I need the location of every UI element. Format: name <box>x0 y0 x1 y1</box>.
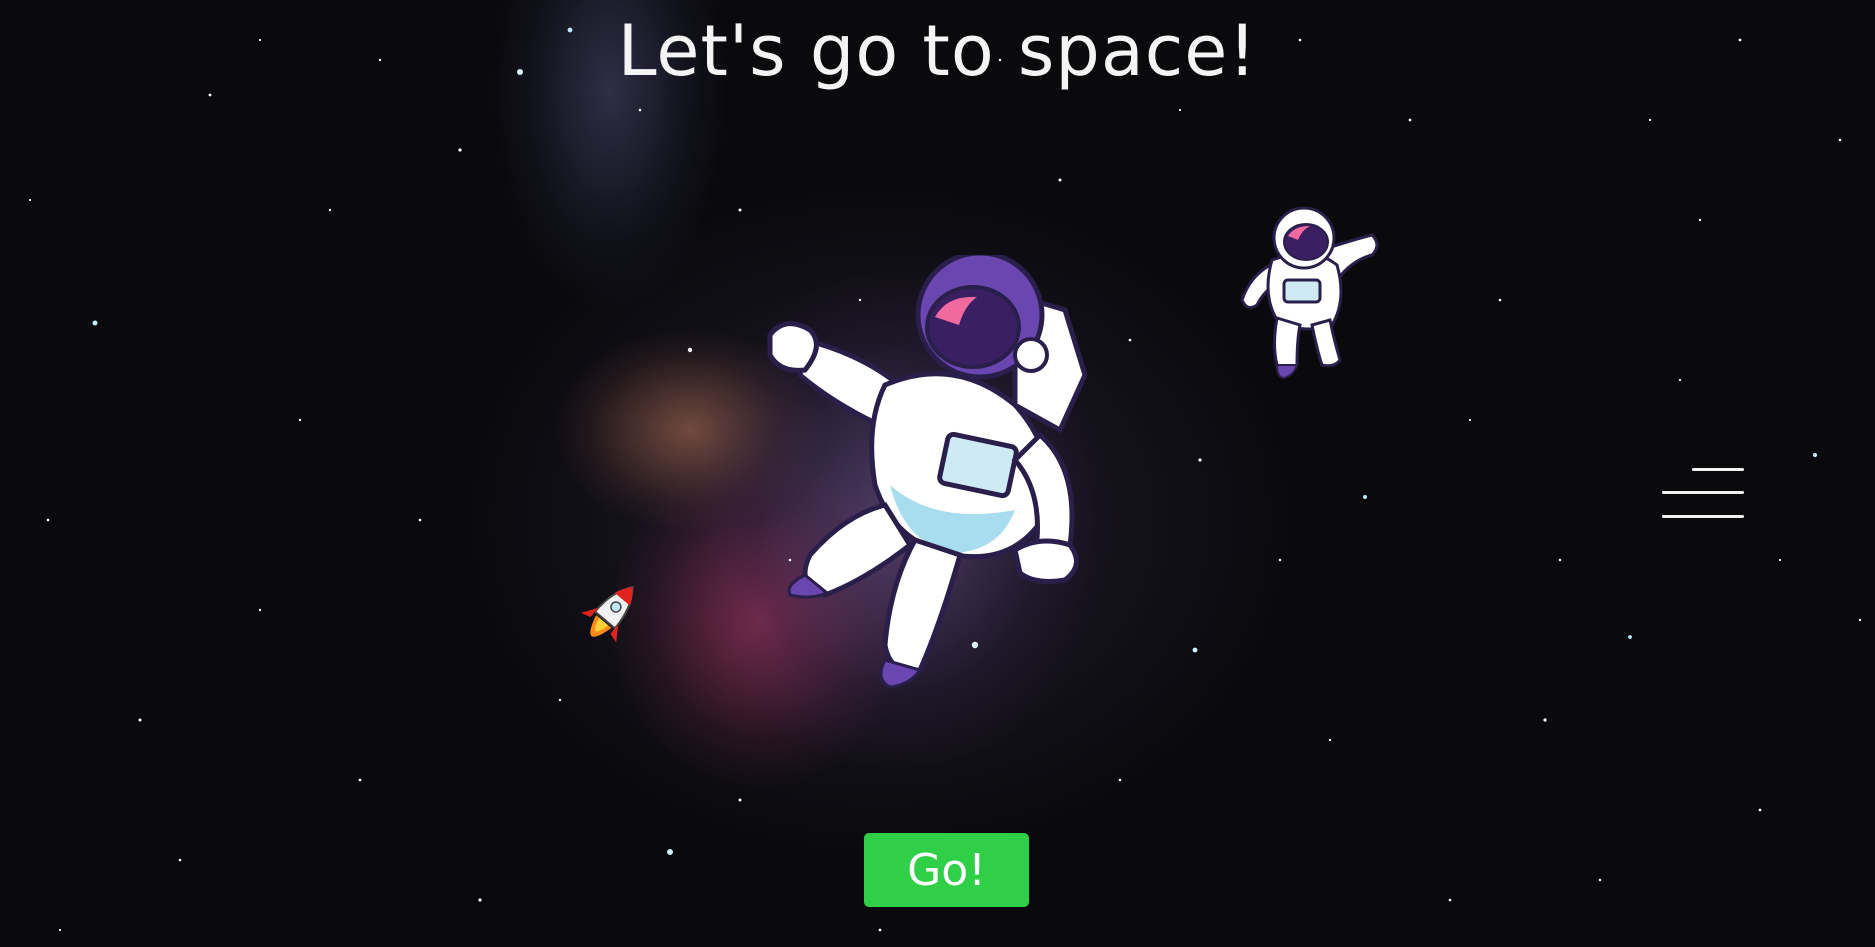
menu-button[interactable] <box>1662 466 1744 522</box>
page-title: Let's go to space! <box>617 10 1258 92</box>
astronaut-small-icon <box>1240 206 1379 380</box>
hamburger-menu-icon <box>1662 466 1744 522</box>
go-button[interactable]: Go! <box>864 833 1029 907</box>
space-scene: Let's go to space! Go! <box>0 0 1875 947</box>
astronaut-large-icon <box>767 255 1088 689</box>
rocket-icon <box>580 585 634 643</box>
